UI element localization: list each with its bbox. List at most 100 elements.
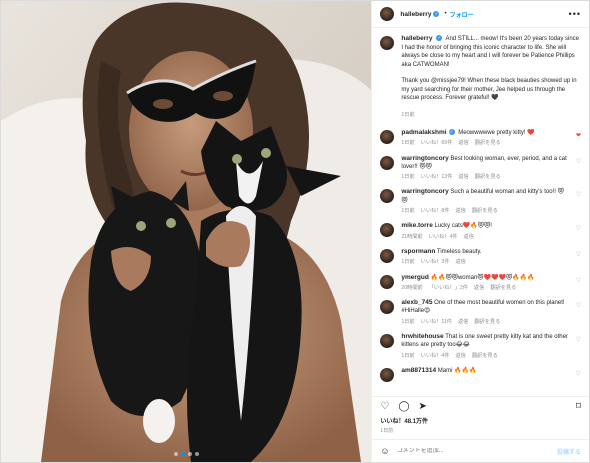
commenter-username[interactable]: rspormann: [401, 248, 435, 255]
comment-like-heart-icon[interactable]: ♡: [576, 302, 581, 309]
comment-time[interactable]: 1日前: [401, 259, 414, 265]
comment-time[interactable]: 1日前: [401, 353, 414, 359]
comment-input[interactable]: [396, 448, 557, 454]
commenter-avatar[interactable]: [380, 274, 395, 289]
commenter-avatar[interactable]: [380, 248, 395, 263]
commenter-username[interactable]: warringtoncory: [401, 188, 448, 195]
comment-likes[interactable]: いいね！13件: [421, 174, 453, 180]
post-photo[interactable]: [1, 1, 372, 462]
post-timestamp[interactable]: 1日前: [372, 425, 589, 439]
comment-row: alexb_745 One of thee most beautiful wom…: [380, 299, 581, 326]
comment-likes[interactable]: いいね！3件: [421, 259, 450, 265]
comment-like-heart-icon[interactable]: ♡: [576, 370, 581, 377]
comment-like-heart-icon[interactable]: ♡: [576, 336, 581, 343]
comment-reply-button[interactable]: 返信: [458, 174, 468, 180]
carousel-dot[interactable]: [187, 452, 192, 456]
comments-list[interactable]: halleberry ✓ And STILL... meow! It's bee…: [372, 28, 589, 396]
commenter-username[interactable]: ymergud: [401, 274, 428, 281]
comment-time[interactable]: 1日前: [401, 208, 414, 214]
comment-reply-button[interactable]: 返信: [455, 353, 465, 359]
author-username[interactable]: halleberry: [400, 11, 431, 18]
commenter-avatar[interactable]: [380, 155, 395, 170]
comment-time[interactable]: 1日前: [401, 319, 414, 325]
comment-translate-button[interactable]: 翻訳を見る: [472, 208, 498, 214]
add-comment-bar: ☺ 投稿する: [372, 439, 589, 462]
photo-illustration: [1, 1, 372, 462]
carousel-dots: [1, 452, 371, 456]
comment-row: ymergud 🔥🔥😻😻woman😻❤️❤️❤️😻🔥🔥🔥 20時間前 「いいね！」2…: [380, 274, 581, 293]
comment-time[interactable]: 1日前: [401, 140, 414, 146]
post-header: halleberry ✓ • フォロー •••: [372, 1, 589, 28]
more-options-icon[interactable]: •••: [569, 9, 581, 19]
follow-button[interactable]: フォロー: [450, 10, 474, 19]
comment-bubble-icon[interactable]: ◯: [398, 401, 409, 412]
commenter-avatar[interactable]: [380, 367, 395, 382]
comment-translate-button[interactable]: 翻訳を見る: [472, 353, 498, 359]
comment-reply-button[interactable]: 返信: [474, 285, 484, 291]
commenter-username[interactable]: hrwhitehouse: [401, 333, 443, 340]
carousel-dot[interactable]: [173, 452, 178, 456]
comment-likes[interactable]: いいね！11件: [421, 319, 452, 325]
comment-translate-button[interactable]: 翻訳を見る: [474, 319, 500, 325]
commenter-avatar[interactable]: [380, 130, 395, 144]
comment-like-heart-icon[interactable]: ♡: [576, 251, 581, 258]
caption-username[interactable]: halleberry: [401, 35, 432, 42]
comment-text: Lucky cats❤️🔥😻😻!: [434, 223, 492, 230]
post-comment-button[interactable]: 投稿する: [557, 447, 581, 456]
comment-likes[interactable]: いいね！8件: [421, 208, 450, 214]
commenter-username[interactable]: mike.torre: [401, 222, 432, 229]
verified-badge-icon: ✓: [433, 11, 440, 17]
commenter-username[interactable]: padmalakshmi: [401, 129, 446, 136]
comment-reply-button[interactable]: 返信: [455, 259, 465, 265]
commenter-avatar[interactable]: [380, 223, 395, 238]
comment-like-heart-icon[interactable]: ♡: [576, 225, 581, 232]
comment-translate-button[interactable]: 翻訳を見る: [490, 285, 516, 291]
comment-text: 🔥🔥😻😻woman😻❤️❤️❤️😻🔥🔥🔥: [430, 274, 535, 281]
comment-like-heart-icon[interactable]: ♡: [576, 191, 581, 198]
comment-reply-button[interactable]: 返信: [464, 234, 474, 240]
verified-badge-icon: ✓: [436, 35, 443, 42]
comment-row: hrwhitehouse That is one sweet pretty ki…: [380, 333, 581, 360]
comment-like-heart-icon[interactable]: ♡: [576, 277, 581, 284]
comment-translate-button[interactable]: 翻訳を見る: [475, 140, 501, 146]
comment-likes[interactable]: いいね！69件: [421, 140, 453, 146]
share-paper-plane-icon[interactable]: ➤: [419, 401, 427, 412]
comment-reply-button[interactable]: 返信: [455, 208, 465, 214]
comment-like-heart-icon[interactable]: ♡: [576, 158, 581, 165]
comment-row: padmalakshmi ✓ Meowwwwwe pretty kitty! ❤️…: [380, 129, 581, 148]
header-separator: •: [444, 11, 447, 17]
comment-text: Meowwwwwe pretty kitty! ❤️: [458, 130, 535, 136]
emoji-smiley-icon[interactable]: ☺: [380, 446, 389, 456]
verified-badge-icon: ✓: [448, 129, 455, 136]
comment-likes[interactable]: 「いいね！」2件: [429, 285, 468, 291]
commenter-username[interactable]: warringtoncory: [401, 155, 448, 162]
caption-time[interactable]: 1日前: [401, 112, 414, 118]
carousel-dot-active[interactable]: [180, 452, 185, 456]
comment-row: warringtoncory Best looking woman, ever,…: [380, 155, 581, 182]
commenter-avatar[interactable]: [380, 334, 395, 349]
comment-translate-button[interactable]: 翻訳を見る: [475, 174, 501, 180]
commenter-username[interactable]: alexb_745: [401, 299, 432, 306]
comment-row: am8871314 Mami 🔥🔥🔥 ♡: [380, 367, 581, 386]
post-caption: halleberry ✓ And STILL... meow! It's bee…: [380, 35, 581, 119]
caption-avatar[interactable]: [380, 36, 395, 50]
carousel-dot[interactable]: [194, 452, 199, 456]
comment-row: rspormann Timeless beauty. 1日前 いいね！3件 返信 ♡: [380, 248, 581, 267]
commenter-username[interactable]: am8871314: [401, 367, 436, 374]
comment-reply-button[interactable]: 返信: [458, 319, 468, 325]
comment-time[interactable]: 21時間前: [401, 234, 422, 240]
comment-likes[interactable]: いいね！4件: [429, 234, 458, 240]
comment-time[interactable]: 1日前: [401, 174, 414, 180]
comment-likes[interactable]: いいね！4件: [421, 353, 450, 359]
like-heart-icon[interactable]: ♡: [380, 401, 389, 412]
comment-like-heart-icon[interactable]: ❤: [576, 132, 581, 139]
commenter-avatar[interactable]: [380, 300, 395, 315]
bookmark-icon[interactable]: ⌑: [576, 401, 581, 412]
comment-row: warringtoncory Such a beautiful woman an…: [380, 188, 581, 215]
likes-count[interactable]: いいね！48.1万件: [372, 416, 589, 425]
comment-time[interactable]: 20時間前: [401, 285, 422, 291]
author-avatar[interactable]: [380, 7, 395, 21]
comment-reply-button[interactable]: 返信: [458, 140, 468, 146]
commenter-avatar[interactable]: [380, 189, 395, 204]
post-side-panel: halleberry ✓ • フォロー ••• halleberry ✓ And…: [371, 1, 589, 462]
